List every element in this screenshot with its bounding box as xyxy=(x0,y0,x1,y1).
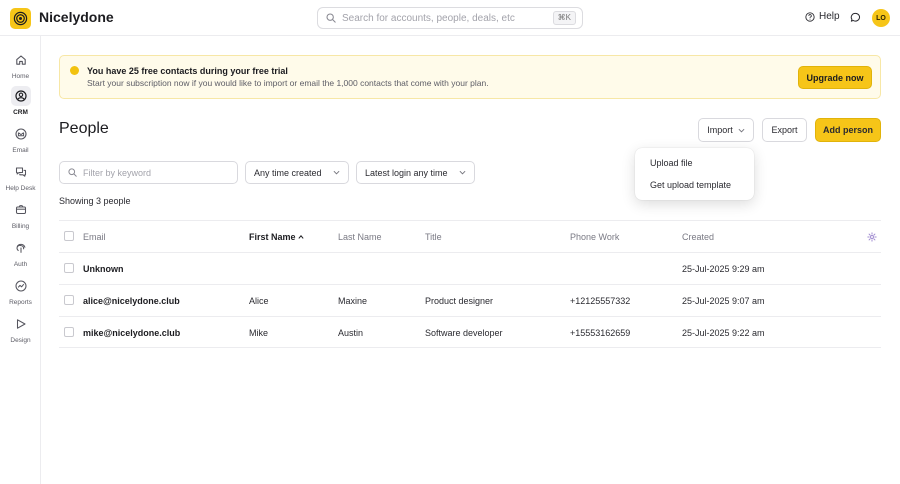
sidebar-item-help-desk[interactable]: Help Desk xyxy=(0,162,41,192)
search-placeholder: Search for accounts, people, deals, etc xyxy=(342,12,515,24)
menu-item-upload-file[interactable]: Upload file xyxy=(650,158,693,168)
crm-icon xyxy=(10,86,31,106)
column-settings-gear-icon[interactable] xyxy=(867,232,877,242)
import-dropdown-menu: Upload file Get upload template xyxy=(635,148,754,200)
sidebar-item-auth[interactable]: Auth xyxy=(0,238,41,268)
cell-email[interactable]: Unknown xyxy=(83,253,124,284)
sidebar-item-email[interactable]: Email xyxy=(0,124,41,154)
column-header-last-name[interactable]: Last Name xyxy=(338,221,382,252)
page-title: People xyxy=(59,120,109,137)
created-time-value: Any time created xyxy=(254,167,322,178)
keyword-filter-placeholder: Filter by keyword xyxy=(83,167,152,178)
chevron-down-icon xyxy=(333,170,340,175)
column-header-label: First Name xyxy=(249,231,296,242)
billing-icon xyxy=(11,200,31,220)
add-person-button[interactable]: Add person xyxy=(815,118,881,142)
cell-first-name: Mike xyxy=(249,327,269,338)
info-dot-icon xyxy=(70,66,79,75)
help-button[interactable]: Help xyxy=(805,11,840,22)
export-button[interactable]: Export xyxy=(762,118,807,142)
cell-email[interactable]: mike@nicelydone.club xyxy=(83,317,180,348)
sidebar-item-label: Home xyxy=(11,73,30,80)
cell-title: Product designer xyxy=(425,295,494,306)
cell-created: 25-Jul-2025 9:07 am xyxy=(682,295,765,306)
trial-banner: You have 25 free contacts during your fr… xyxy=(59,55,881,99)
chat-bubble-icon xyxy=(850,12,861,22)
search-shortcut-badge: ⌘K xyxy=(552,11,576,25)
app-name: Nicelydone xyxy=(39,9,114,25)
row-checkbox[interactable] xyxy=(64,263,74,273)
cell-email[interactable]: alice@nicelydone.club xyxy=(83,285,180,316)
cell-first-name: Alice xyxy=(249,295,269,306)
banner-title: You have 25 free contacts during your fr… xyxy=(87,66,288,76)
select-all-checkbox[interactable] xyxy=(64,231,74,241)
sidebar-item-reports[interactable]: Reports xyxy=(0,276,41,306)
sidebar-item-design[interactable]: Design xyxy=(0,314,41,344)
sidebar-item-label: Billing xyxy=(11,223,30,230)
cell-created: 25-Jul-2025 9:29 am xyxy=(682,263,765,274)
table-row[interactable]: alice@nicelydone.club Alice Maxine Produ… xyxy=(59,284,881,316)
app-logo[interactable] xyxy=(10,8,31,29)
sidebar-item-label: Reports xyxy=(9,299,32,306)
cell-phone-work: +15553162659 xyxy=(570,327,631,338)
keyword-filter-input[interactable]: Filter by keyword xyxy=(59,161,238,184)
sidebar-item-billing[interactable]: Billing xyxy=(0,200,41,230)
cell-phone-work: +12125557332 xyxy=(570,295,631,306)
sidebar-item-label: Help Desk xyxy=(5,185,36,192)
created-time-select[interactable]: Any time created xyxy=(245,161,349,184)
chat-button[interactable] xyxy=(850,12,861,26)
global-search[interactable]: Search for accounts, people, deals, etc … xyxy=(317,7,583,29)
cell-created: 25-Jul-2025 9:22 am xyxy=(682,327,765,338)
table-header-row: Email First Name Last Name Title Phone W… xyxy=(59,220,881,252)
menu-item-get-upload-template[interactable]: Get upload template xyxy=(650,180,731,190)
results-count: Showing 3 people xyxy=(59,196,131,206)
row-checkbox[interactable] xyxy=(64,295,74,305)
table-row[interactable]: mike@nicelydone.club Mike Austin Softwar… xyxy=(59,316,881,348)
table-row[interactable]: Unknown 25-Jul-2025 9:29 am xyxy=(59,252,881,284)
banner-text: Start your subscription now if you would… xyxy=(87,78,489,88)
top-bar: Nicelydone Search for accounts, people, … xyxy=(0,0,900,36)
latest-login-select[interactable]: Latest login any time xyxy=(356,161,475,184)
column-header-phone-work[interactable]: Phone Work xyxy=(570,221,619,252)
help-label: Help xyxy=(819,11,840,22)
reports-icon xyxy=(11,276,31,296)
design-icon xyxy=(11,314,31,334)
sort-ascending-icon xyxy=(297,234,304,239)
column-header-email[interactable]: Email xyxy=(83,221,106,252)
latest-login-value: Latest login any time xyxy=(365,167,448,178)
column-header-first-name[interactable]: First Name xyxy=(249,221,304,252)
sidebar-item-label: Email xyxy=(12,147,29,154)
people-table: Email First Name Last Name Title Phone W… xyxy=(59,220,881,348)
import-button[interactable]: Import xyxy=(698,118,754,142)
sidebar-item-label: Auth xyxy=(13,261,28,268)
helpdesk-icon xyxy=(11,162,31,182)
row-checkbox[interactable] xyxy=(64,327,74,337)
search-icon xyxy=(68,168,77,177)
chevron-down-icon xyxy=(738,128,745,132)
user-avatar[interactable]: LO xyxy=(872,9,890,27)
column-header-title[interactable]: Title xyxy=(425,221,442,252)
chevron-down-icon xyxy=(459,170,466,175)
sidebar-item-home[interactable]: Home xyxy=(0,50,41,80)
upgrade-button[interactable]: Upgrade now xyxy=(798,66,872,89)
logo-icon xyxy=(13,11,28,26)
search-icon xyxy=(326,13,336,23)
help-icon xyxy=(805,11,815,22)
cell-last-name: Maxine xyxy=(338,295,368,306)
sidebar-item-label: Design xyxy=(10,337,31,344)
cell-title: Software developer xyxy=(425,327,503,338)
sidebar-item-label: CRM xyxy=(13,109,28,116)
sidebar: Home CRM Email Help Desk Billing Auth Re… xyxy=(0,36,41,484)
sidebar-item-crm[interactable]: CRM xyxy=(0,86,41,116)
cell-last-name: Austin xyxy=(338,327,364,338)
import-label: Import xyxy=(707,125,733,135)
email-icon xyxy=(11,124,31,144)
auth-icon xyxy=(11,238,31,258)
home-icon xyxy=(11,50,31,70)
column-header-created[interactable]: Created xyxy=(682,221,714,252)
